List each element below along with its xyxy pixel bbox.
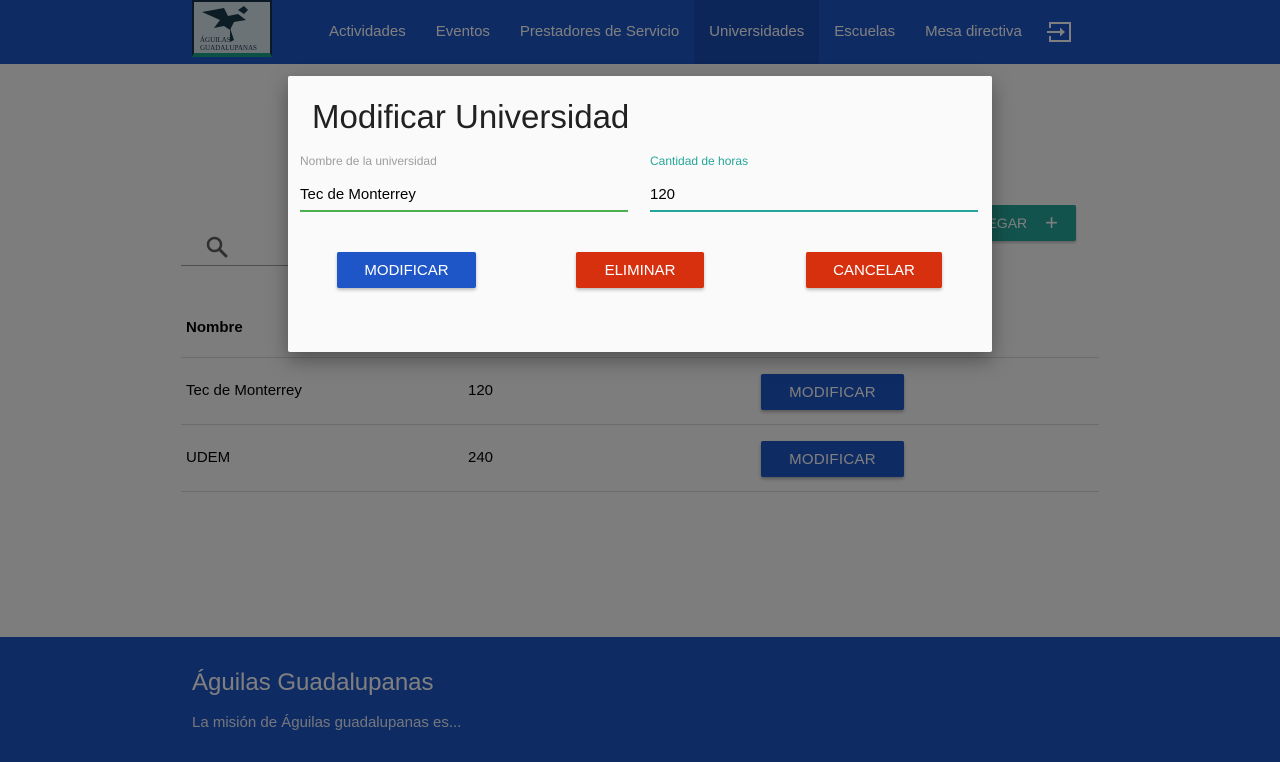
modify-button[interactable]: MODIFICAR — [337, 252, 476, 288]
university-name-label: Nombre de la universidad — [300, 154, 437, 168]
modify-university-modal: Modificar Universidad Nombre de la unive… — [288, 76, 992, 352]
hours-field: Cantidad de horas — [650, 154, 978, 212]
university-name-input[interactable] — [300, 178, 628, 212]
university-name-field: Nombre de la universidad — [300, 154, 628, 212]
modal-title: Modificar Universidad — [312, 98, 630, 135]
hours-label: Cantidad de horas — [650, 154, 749, 168]
hours-input[interactable] — [650, 178, 978, 212]
delete-button[interactable]: ELIMINAR — [576, 252, 704, 288]
cancel-button[interactable]: CANCELAR — [806, 252, 942, 288]
